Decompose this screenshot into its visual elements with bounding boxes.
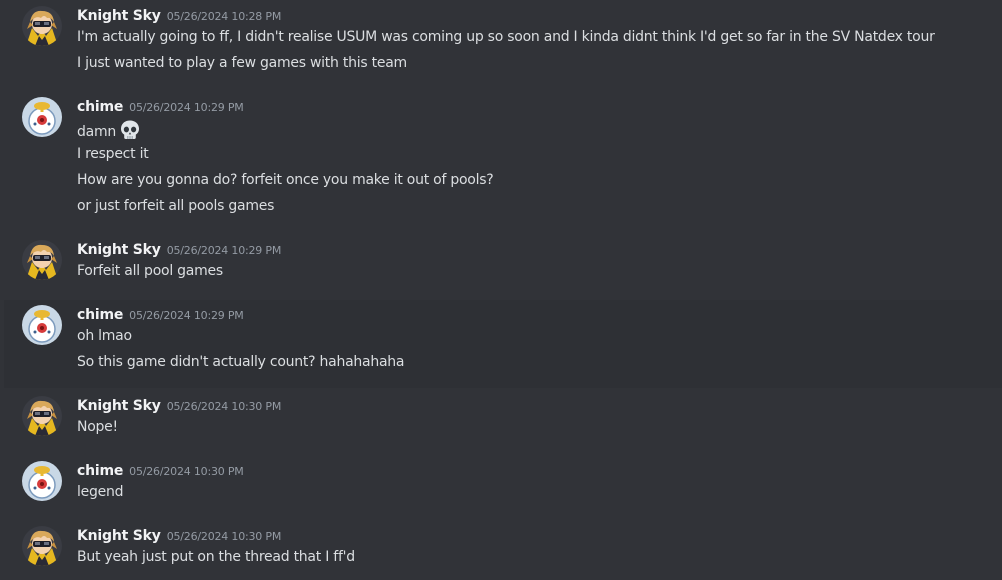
message-group: Knight Sky 05/26/2024 10:28 PM I'm actual… (4, 0, 1002, 88)
avatar[interactable] (22, 396, 62, 436)
timestamp[interactable]: 05/26/2024 10:30 PM (129, 465, 244, 478)
timestamp[interactable]: 05/26/2024 10:29 PM (129, 309, 244, 322)
avatar[interactable] (22, 6, 62, 46)
username[interactable]: Knight Sky (77, 398, 161, 414)
username[interactable]: Knight Sky (77, 242, 161, 258)
avatar[interactable] (22, 526, 62, 566)
avatar[interactable] (22, 240, 62, 280)
avatar[interactable] (22, 97, 62, 137)
knight-avatar-icon (22, 6, 62, 46)
message-header: chime 05/26/2024 10:29 PM (77, 305, 244, 325)
message-group: Knight Sky 05/26/2024 10:30 PM But yeah j… (4, 520, 1002, 580)
timestamp[interactable]: 05/26/2024 10:30 PM (167, 400, 282, 413)
timestamp[interactable]: 05/26/2024 10:28 PM (167, 10, 282, 23)
username[interactable]: Knight Sky (77, 528, 161, 544)
message-header: Knight Sky 05/26/2024 10:29 PM (77, 240, 281, 260)
username[interactable]: chime (77, 463, 123, 479)
skull-icon[interactable] (119, 119, 141, 141)
message-text: Nope! (77, 419, 118, 435)
message-group: Knight Sky 05/26/2024 10:29 PM Forfeit al… (4, 228, 1002, 300)
message-group: chime 05/26/2024 10:30 PM legend (4, 454, 1002, 520)
message-header: chime 05/26/2024 10:29 PM (77, 97, 244, 117)
avatar[interactable] (22, 305, 62, 345)
message-header: Knight Sky 05/26/2024 10:30 PM (77, 396, 281, 416)
timestamp[interactable]: 05/26/2024 10:29 PM (167, 244, 282, 257)
timestamp[interactable]: 05/26/2024 10:30 PM (167, 530, 282, 543)
message-text: oh lmao (77, 328, 132, 344)
message-text: I just wanted to play a few games with t… (77, 55, 407, 71)
message-list[interactable]: Knight Sky 05/26/2024 10:28 PM I'm actual… (4, 0, 1002, 580)
message-text-content: damn (77, 124, 116, 140)
message-text: I respect it (77, 146, 149, 162)
message-header: chime 05/26/2024 10:30 PM (77, 461, 244, 481)
timestamp[interactable]: 05/26/2024 10:29 PM (129, 101, 244, 114)
message-group: Knight Sky 05/26/2024 10:30 PM Nope! (4, 388, 1002, 454)
message-header: Knight Sky 05/26/2024 10:30 PM (77, 526, 281, 546)
message-text: damn (77, 119, 141, 141)
message-header: Knight Sky 05/26/2024 10:28 PM (77, 6, 281, 26)
knight-avatar-icon (22, 396, 62, 436)
avatar[interactable] (22, 461, 62, 501)
username[interactable]: chime (77, 307, 123, 323)
message-text: But yeah just put on the thread that I f… (77, 549, 355, 565)
chime-avatar-icon (22, 461, 62, 501)
chime-avatar-icon (22, 97, 62, 137)
knight-avatar-icon (22, 526, 62, 566)
chime-avatar-icon (22, 305, 62, 345)
message-text: So this game didn't actually count? haha… (77, 354, 405, 370)
knight-avatar-icon (22, 240, 62, 280)
message-group: chime 05/26/2024 10:29 PM damn I respect … (4, 88, 1002, 228)
message-text: Forfeit all pool games (77, 263, 223, 279)
message-text: I'm actually going to ff, I didn't reali… (77, 29, 935, 45)
username[interactable]: Knight Sky (77, 8, 161, 24)
message-text: legend (77, 484, 124, 500)
message-text: How are you gonna do? forfeit once you m… (77, 172, 494, 188)
username[interactable]: chime (77, 99, 123, 115)
message-text: or just forfeit all pools games (77, 198, 275, 214)
message-group: chime 05/26/2024 10:29 PM oh lmao So this… (4, 300, 1002, 388)
